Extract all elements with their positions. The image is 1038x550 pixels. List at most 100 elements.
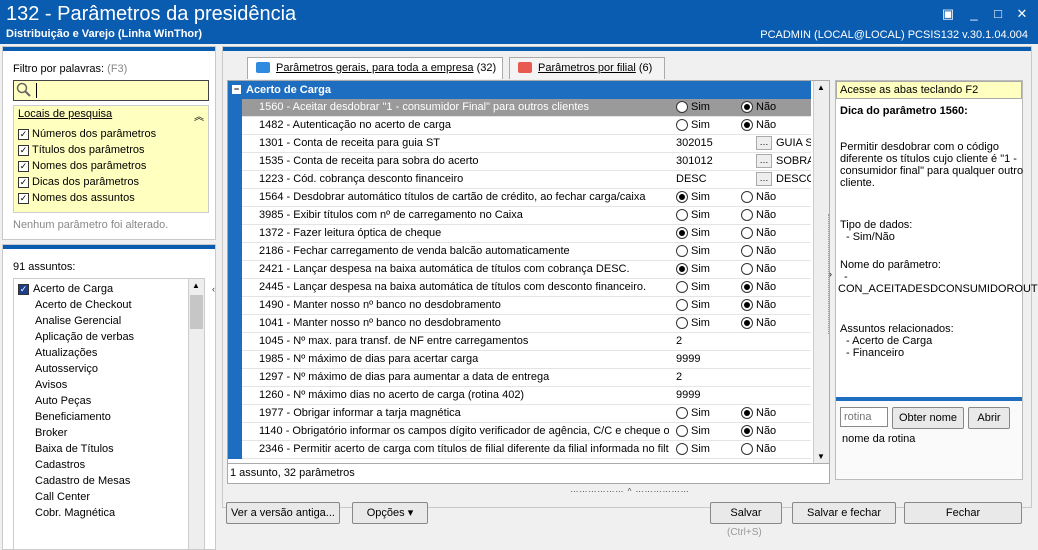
parameter-row[interactable]: 2421 - Lançar despesa na baixa automátic… — [228, 261, 811, 279]
radio-sim[interactable] — [676, 119, 688, 131]
parameter-row[interactable]: 2186 - Fechar carregamento de venda balc… — [228, 243, 811, 261]
parameter-row[interactable]: 1490 - Manter nosso nº banco no desdobra… — [228, 297, 811, 315]
radio-sim[interactable] — [676, 317, 688, 329]
radio-nao[interactable] — [741, 263, 753, 275]
checkbox-checked-icon[interactable]: ✓ — [18, 144, 29, 156]
scroll-down-icon[interactable]: ▼ — [817, 452, 825, 461]
radio-sim[interactable] — [676, 443, 688, 455]
collapse-icon[interactable]: ︽ — [194, 108, 204, 123]
lookup-button[interactable]: … — [756, 172, 772, 186]
parameter-row[interactable]: 1140 - Obrigatório informar os campos dí… — [228, 423, 811, 441]
subjects-list[interactable]: ✓ Acerto de Carga Acerto de Checkout Anal… — [13, 278, 205, 550]
checkbox-checked-icon[interactable]: ✓ — [18, 283, 29, 295]
radio-sim[interactable] — [676, 299, 688, 311]
location-option[interactable]: ✓ Números dos parâmetros — [18, 126, 156, 142]
subjects-scrollbar[interactable]: ▲ — [188, 279, 204, 549]
old-version-button[interactable]: Ver a versão antiga... — [226, 502, 340, 524]
subject-item[interactable]: Cadastro de Mesas — [18, 473, 130, 489]
parameter-value[interactable]: DESC — [676, 173, 707, 185]
parameter-row[interactable]: 1041 - Manter nosso nº banco no desdobra… — [228, 315, 811, 333]
subject-item[interactable]: Beneficiamento — [18, 409, 111, 425]
radio-nao[interactable] — [741, 407, 753, 419]
save-close-button[interactable]: Salvar e fechar — [792, 502, 896, 524]
location-option[interactable]: ✓ Dicas dos parâmetros — [18, 174, 139, 190]
checkbox-checked-icon[interactable]: ✓ — [18, 192, 29, 204]
location-option[interactable]: ✓ Nomes dos parâmetros — [18, 158, 146, 174]
parameter-row[interactable]: 1482 - Autenticação no acerto de carga Si… — [228, 117, 811, 135]
radio-sim[interactable] — [676, 191, 688, 203]
save-button[interactable]: Salvar — [710, 502, 782, 524]
radio-sim[interactable] — [676, 227, 688, 239]
subject-item[interactable]: Cadastros — [18, 457, 85, 473]
group-header[interactable]: − Acerto de Carga — [228, 81, 811, 99]
lookup-button[interactable]: … — [756, 154, 772, 168]
radio-sim[interactable] — [676, 263, 688, 275]
restore-icon[interactable]: ▣ — [940, 6, 956, 22]
parameter-row[interactable]: 2346 - Permitir acerto de carga com títu… — [228, 441, 811, 459]
parameter-row[interactable]: 1977 - Obrigar informar a tarja magnétic… — [228, 405, 811, 423]
subject-item[interactable]: ✓ Acerto de Carga — [18, 281, 113, 297]
subject-item[interactable]: Atualizações — [18, 345, 97, 361]
parameter-value[interactable]: 2 — [676, 335, 682, 347]
radio-sim[interactable] — [676, 245, 688, 257]
parameter-row[interactable]: 1260 - Nº máximo dias no acerto de carga… — [228, 387, 811, 405]
radio-nao[interactable] — [741, 227, 753, 239]
minimize-icon[interactable]: _ — [966, 6, 982, 22]
subject-item[interactable]: Acerto de Checkout — [18, 297, 132, 313]
routine-input[interactable] — [840, 407, 888, 427]
radio-nao[interactable] — [741, 443, 753, 455]
radio-nao[interactable] — [741, 281, 753, 293]
scroll-up-icon[interactable]: ▲ — [191, 281, 201, 291]
collapse-group-icon[interactable]: − — [232, 85, 241, 94]
parameter-value[interactable]: 301012 — [676, 155, 713, 167]
radio-sim[interactable] — [676, 407, 688, 419]
parameter-row[interactable]: 1301 - Conta de receita para guia ST 3020… — [228, 135, 811, 153]
parameter-row[interactable]: 1535 - Conta de receita para sobra do ac… — [228, 153, 811, 171]
parameter-row[interactable]: 1560 - Aceitar desdobrar "1 - consumidor… — [228, 99, 811, 117]
parameter-row[interactable]: 1372 - Fazer leitura óptica de cheque Sim… — [228, 225, 811, 243]
subject-item[interactable]: Analise Gerencial — [18, 313, 121, 329]
subject-item[interactable]: Auto Peças — [18, 393, 91, 409]
radio-nao[interactable] — [741, 191, 753, 203]
panel-splitter[interactable]: ‹ — [212, 284, 220, 304]
location-option[interactable]: ✓ Títulos dos parâmetros — [18, 142, 145, 158]
tab-branch-params[interactable]: Parâmetros por filial (6) — [509, 57, 665, 79]
subject-item[interactable]: Call Center — [18, 489, 90, 505]
radio-sim[interactable] — [676, 101, 688, 113]
radio-nao[interactable] — [741, 317, 753, 329]
locations-title[interactable]: Locais de pesquisa — [18, 108, 112, 120]
parameter-row[interactable]: 1985 - Nº máximo de dias para acertar ca… — [228, 351, 811, 369]
parameter-row[interactable]: 1297 - Nº máximo de dias para aumentar a… — [228, 369, 811, 387]
parameter-value[interactable]: 302015 — [676, 137, 713, 149]
checkbox-checked-icon[interactable]: ✓ — [18, 160, 29, 172]
parameter-row[interactable]: 1223 - Cód. cobrança desconto financeiro… — [228, 171, 811, 189]
parameter-row[interactable]: 1045 - Nº max. para transf. de NF entre … — [228, 333, 811, 351]
parameter-value[interactable]: 9999 — [676, 389, 700, 401]
radio-nao[interactable] — [741, 119, 753, 131]
close-icon[interactable]: ✕ — [1014, 6, 1030, 22]
subject-item[interactable]: Aplicação de verbas — [18, 329, 134, 345]
lookup-button[interactable]: … — [756, 136, 772, 150]
subject-item[interactable]: Baixa de Títulos — [18, 441, 114, 457]
maximize-icon[interactable]: □ — [990, 6, 1006, 22]
parameter-row[interactable]: 3985 - Exibir títulos com nº de carregam… — [228, 207, 811, 225]
scroll-thumb[interactable] — [190, 295, 203, 329]
parameter-value[interactable]: 2 — [676, 371, 682, 383]
radio-sim[interactable] — [676, 425, 688, 437]
checkbox-checked-icon[interactable]: ✓ — [18, 128, 29, 140]
radio-nao[interactable] — [741, 101, 753, 113]
subject-item[interactable]: Avisos — [18, 377, 67, 393]
radio-nao[interactable] — [741, 299, 753, 311]
radio-nao[interactable] — [741, 245, 753, 257]
parameter-row[interactable]: 1564 - Desdobrar automático títulos de c… — [228, 189, 811, 207]
search-input[interactable] — [13, 80, 209, 101]
bottom-splitter[interactable]: ⋯⋯⋯⋯⋯⋯ ^ ⋯⋯⋯⋯⋯⋯ — [505, 487, 755, 496]
scroll-up-icon[interactable]: ▲ — [817, 83, 825, 92]
grid-scrollbar[interactable]: ▲ ▼ — [813, 81, 829, 463]
tab-general-params[interactable]: Parâmetros gerais, para toda a empresa (… — [247, 57, 503, 79]
parameter-row[interactable]: 2445 - Lançar despesa na baixa automátic… — [228, 279, 811, 297]
close-button[interactable]: Fechar — [904, 502, 1022, 524]
radio-sim[interactable] — [676, 281, 688, 293]
radio-nao[interactable] — [741, 209, 753, 221]
open-button[interactable]: Abrir — [968, 407, 1010, 429]
